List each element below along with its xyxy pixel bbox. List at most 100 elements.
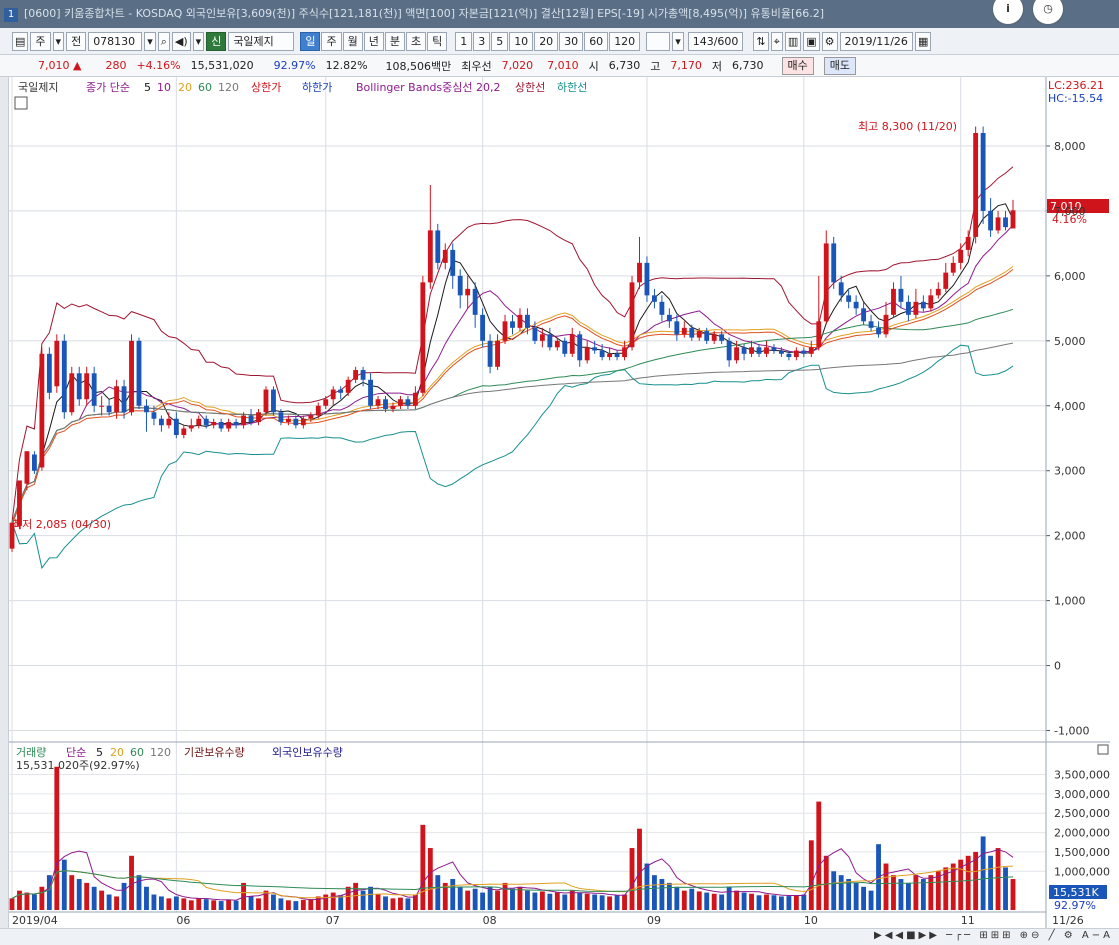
interval-input[interactable] xyxy=(646,31,671,51)
interval-5[interactable]: 5 xyxy=(491,31,509,51)
volume-bar xyxy=(838,875,844,910)
candle-body xyxy=(943,272,949,289)
down-icon[interactable]: ▾ xyxy=(192,31,205,51)
range-button[interactable]: 전 xyxy=(66,31,87,51)
interval-20[interactable]: 20 xyxy=(534,31,559,51)
crosshair-icon[interactable]: ⌖ xyxy=(770,31,783,51)
buy-button[interactable]: 매수 xyxy=(781,56,814,75)
volume-tick-label: 3,000,000 xyxy=(1054,788,1110,801)
candle-body xyxy=(823,243,829,322)
speaker-icon[interactable]: ◀) xyxy=(171,31,191,51)
candle-body xyxy=(31,454,37,471)
candle-body xyxy=(256,412,261,422)
period-month[interactable]: 월 xyxy=(342,31,363,51)
period-week[interactable]: 주 xyxy=(321,31,342,51)
candle-body xyxy=(689,327,695,338)
volume-bar xyxy=(368,886,373,910)
grid-toggle-icon[interactable] xyxy=(14,96,28,110)
candle-body xyxy=(920,301,926,309)
volume-bar xyxy=(719,894,725,910)
period-year[interactable]: 년 xyxy=(363,31,384,51)
candle-body xyxy=(1003,217,1008,228)
volume-bar xyxy=(741,892,747,910)
period-select[interactable]: 주 xyxy=(30,31,51,51)
period-second[interactable]: 초 xyxy=(405,31,427,51)
volume-bar xyxy=(853,882,859,910)
clock-icon[interactable]: ◷ xyxy=(1033,0,1063,24)
interval-10[interactable]: 10 xyxy=(509,31,534,51)
volume-bar xyxy=(76,879,82,910)
volume-bar xyxy=(577,892,583,910)
period-day[interactable]: 일 xyxy=(300,31,321,51)
volume-bar xyxy=(472,888,478,910)
volume-bar xyxy=(69,875,75,910)
chart-type-icon[interactable]: ⇅ xyxy=(753,31,769,51)
candle-body xyxy=(121,386,127,413)
panel-close-icon[interactable] xyxy=(1097,744,1109,755)
interval-dropdown-icon[interactable]: ▾ xyxy=(672,31,684,51)
high-value: 7,170 xyxy=(670,59,702,72)
price-tick-label: 2,000 xyxy=(1054,530,1086,543)
volume-bar xyxy=(398,897,403,910)
menu-icon[interactable]: ▤ xyxy=(12,31,29,51)
volume-bar xyxy=(61,859,67,910)
price-tick-label: 8,000 xyxy=(1054,140,1086,153)
candle-body xyxy=(173,418,179,435)
candle-body xyxy=(76,373,82,400)
legend-ma60: 60 xyxy=(198,81,212,94)
period-tick[interactable]: 틱 xyxy=(427,31,448,51)
volume-bar xyxy=(771,895,777,910)
candle-body xyxy=(599,350,605,358)
candle-body xyxy=(801,350,807,354)
candle-body xyxy=(502,321,508,341)
candle-body xyxy=(891,288,896,315)
code-dropdown-icon[interactable]: ▾ xyxy=(144,31,156,51)
candle-body xyxy=(995,217,1001,231)
window-number: 1 xyxy=(4,8,18,22)
current-volume-tag-text: 15,531K xyxy=(1053,886,1099,899)
stock-name[interactable]: 국일제지 xyxy=(228,31,295,51)
interval-1[interactable]: 1 xyxy=(455,31,473,51)
candle-body xyxy=(726,340,732,361)
candle-body xyxy=(427,230,433,283)
period-minute[interactable]: 분 xyxy=(384,31,405,51)
calendar-icon[interactable]: ▦ xyxy=(914,31,932,51)
volume-bar xyxy=(173,896,179,910)
print-icon[interactable]: ▥ xyxy=(784,31,802,51)
settings-icon[interactable]: ⚙ xyxy=(821,31,838,51)
volume-bar xyxy=(846,879,852,910)
volume-bar xyxy=(786,896,792,910)
search-icon[interactable]: ⌕ xyxy=(157,31,170,51)
candle-body xyxy=(1010,210,1016,229)
volume-bar xyxy=(584,893,590,910)
candle-body xyxy=(607,353,613,358)
candle-body xyxy=(330,389,336,400)
volume-bar xyxy=(315,896,321,910)
volume-bar xyxy=(592,894,598,910)
info-icon[interactable]: i xyxy=(993,0,1023,24)
interval-30[interactable]: 30 xyxy=(559,31,584,51)
volume-bar xyxy=(652,875,657,910)
volume-bar xyxy=(696,891,702,910)
interval-60[interactable]: 60 xyxy=(584,31,609,51)
interval-3[interactable]: 3 xyxy=(473,31,491,51)
volume-bar xyxy=(756,895,762,910)
chart-controls[interactable]: ▶◀◀■▶▶ ─┌─ ⊞⊞⊞ ⊕⊖ ╱ ⚙ A−A xyxy=(874,930,1113,941)
candle-body xyxy=(151,412,157,419)
candle-body xyxy=(771,347,777,351)
volume-bar xyxy=(980,836,986,910)
interval-120[interactable]: 120 xyxy=(609,31,641,51)
stock-chart[interactable]: 국일제지 종가 단순 5 10 20 60 120 상한가 하한가 Bollin… xyxy=(0,77,1119,928)
code-input[interactable]: 078130 xyxy=(88,31,143,51)
candle-body xyxy=(412,392,418,406)
date-input[interactable]: 2019/11/26 xyxy=(839,31,913,51)
low-annotation: 최저 2,085 (04/30) xyxy=(12,518,111,531)
candle-body xyxy=(539,334,545,341)
dropdown-icon[interactable]: ▾ xyxy=(52,31,65,51)
volume-bar xyxy=(457,886,463,910)
sell-button[interactable]: 매도 xyxy=(823,56,857,75)
volume-bar xyxy=(905,882,911,910)
volume-bar xyxy=(9,898,15,910)
volume-bar xyxy=(831,871,837,910)
save-icon[interactable]: ▣ xyxy=(803,31,820,51)
